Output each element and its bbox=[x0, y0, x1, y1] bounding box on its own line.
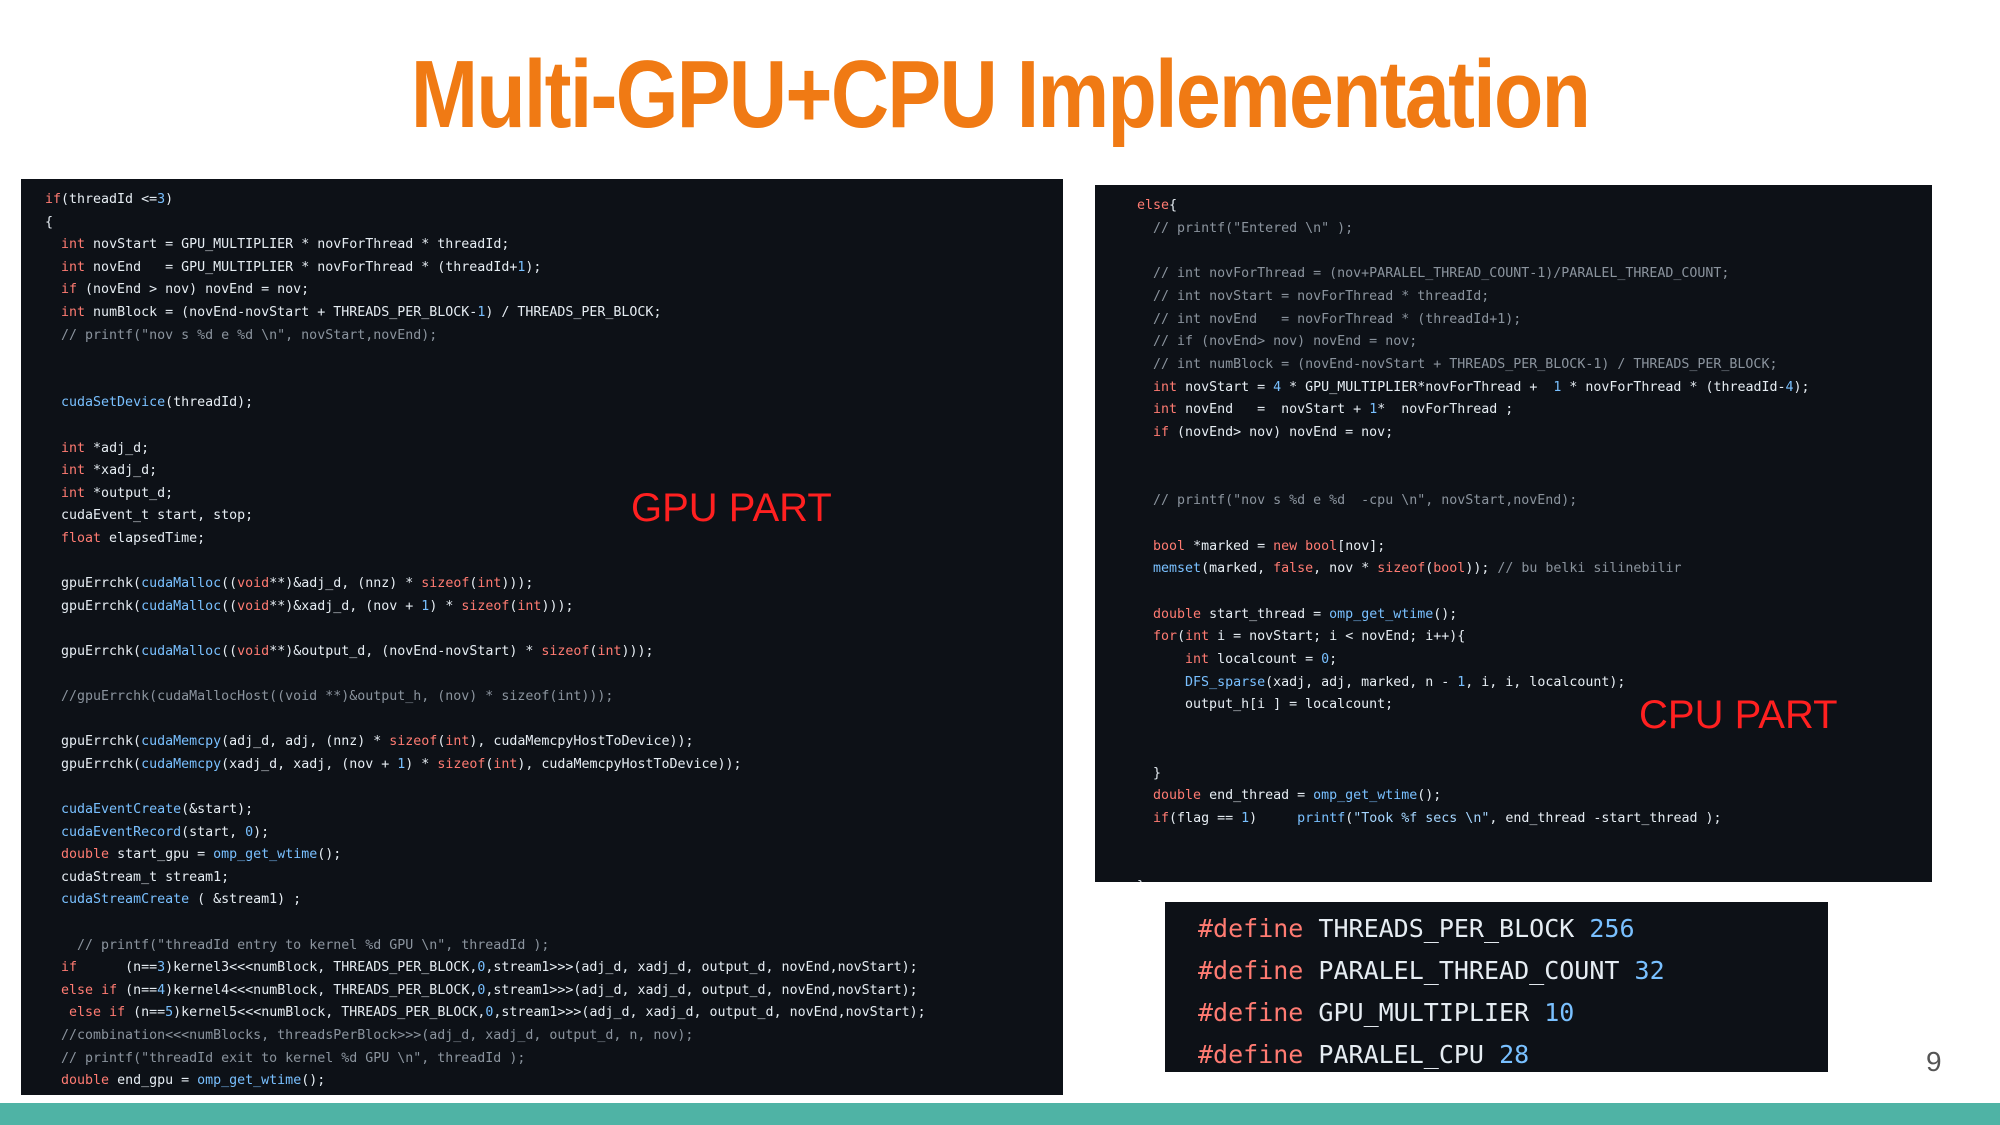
bottom-accent-bar bbox=[0, 1103, 2000, 1125]
cpu-code-block: else{ // printf("Entered \n" ); // int n… bbox=[1137, 198, 1810, 882]
slide-title: Multi-GPU+CPU Implementation bbox=[410, 41, 1591, 148]
gpu-part-label: GPU PART bbox=[631, 486, 832, 530]
gpu-code-panel: if(threadId <=3) { int novStart = GPU_MU… bbox=[21, 179, 1063, 1095]
gpu-code-block: if(threadId <=3) { int novStart = GPU_MU… bbox=[45, 192, 926, 1089]
cpu-part-label: CPU PART bbox=[1639, 693, 1838, 737]
page-number: 9 bbox=[1926, 1046, 1942, 1077]
defines-code-block: #define THREADS_PER_BLOCK 256 #define PA… bbox=[1198, 914, 1665, 1069]
defines-code-panel: #define THREADS_PER_BLOCK 256 #define PA… bbox=[1165, 902, 1828, 1072]
cpu-code-panel: else{ // printf("Entered \n" ); // int n… bbox=[1095, 185, 1932, 882]
